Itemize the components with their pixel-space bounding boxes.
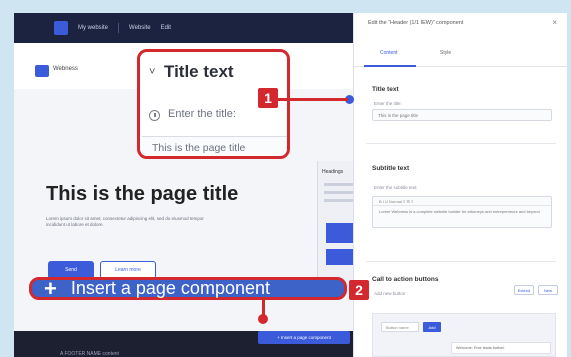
clock-icon xyxy=(149,110,160,121)
section-divider xyxy=(366,143,556,144)
topbar-site-label[interactable]: My website xyxy=(78,25,108,31)
callout1-field: This is the page title xyxy=(142,136,287,156)
close-icon[interactable]: × xyxy=(552,18,557,27)
chevron-down-icon: ˅ xyxy=(149,66,156,78)
page-intro-text[interactable]: Lorem ipsum dolor sit amet, consectetur … xyxy=(46,216,216,228)
site-name: Webness xyxy=(53,66,78,72)
add-button[interactable]: Add xyxy=(423,322,441,332)
page-title[interactable]: This is the page title xyxy=(46,183,238,206)
insert-component-callout: + Insert a page component xyxy=(29,277,347,300)
subtitle-editor[interactable]: B I U Normal ≡ ☰ ≡ Lorem Webness is a co… xyxy=(372,196,552,228)
footer-text: A FOOTER NAME content xyxy=(60,351,119,357)
callout1-badge: 1 xyxy=(258,88,278,108)
title-section-heading[interactable]: Title text xyxy=(372,86,399,93)
tab-style[interactable]: Style xyxy=(440,50,451,56)
callout1-connector xyxy=(278,98,348,101)
editor-topbar: My website Website Edit xyxy=(14,13,353,43)
headings-panel-title: Headings xyxy=(322,169,344,175)
callout1-label: Enter the title: xyxy=(168,108,236,120)
subtitle-text[interactable]: Lorem Webness is a complete website buil… xyxy=(373,206,551,217)
subtitle-section-heading[interactable]: Subtitle text xyxy=(372,165,409,172)
cta-new-button[interactable]: New xyxy=(538,285,558,295)
cta-editor-box: Button name Add Welcome: Free leads butt… xyxy=(372,313,556,357)
editor-screenshot: My website Website Edit Webness This is … xyxy=(14,13,567,357)
insert-component-button-small[interactable]: + Insert a page component xyxy=(258,331,350,344)
callout2-anchor-dot xyxy=(258,314,268,324)
active-tab-indicator xyxy=(364,65,416,67)
site-logo-icon xyxy=(35,65,49,77)
subtitle-field-label: Enter the subtitle text: xyxy=(374,185,418,190)
button-name-input[interactable]: Button name xyxy=(381,322,419,332)
topbar-extra-label[interactable]: Edit xyxy=(161,25,171,31)
topbar-divider xyxy=(118,23,120,33)
insert-component-label: Insert a page component xyxy=(70,278,270,298)
edit-component-panel: Edit the “Header (1/1 IEW)” component × … xyxy=(353,13,567,357)
title-field-label: Enter the title: xyxy=(374,101,402,106)
edit-panel-title: Edit the “Header (1/1 IEW)” component xyxy=(368,20,464,26)
rich-text-toolbar[interactable]: B I U Normal ≡ ☰ ≡ xyxy=(373,197,551,206)
callout1-title: Title text xyxy=(164,62,234,81)
plus-icon: + xyxy=(44,275,57,301)
callout2-badge: 2 xyxy=(349,280,369,300)
app-logo-icon[interactable] xyxy=(54,21,68,35)
tab-content[interactable]: Content xyxy=(380,50,398,56)
cta-note: Welcome: Free leads button! xyxy=(451,342,551,354)
cta-extend-button[interactable]: Extend xyxy=(514,285,534,295)
edit-panel-tabs: Content Style xyxy=(354,41,567,67)
title-input[interactable]: This is the page title xyxy=(372,109,552,121)
section-divider xyxy=(366,261,556,262)
cta-hint: Add new button xyxy=(374,291,406,296)
panel-block[interactable] xyxy=(326,223,354,243)
cta-section-heading[interactable]: Call to action buttons xyxy=(372,276,438,283)
panel-block[interactable] xyxy=(326,249,354,265)
topbar-menu-label[interactable]: Website xyxy=(129,25,151,31)
